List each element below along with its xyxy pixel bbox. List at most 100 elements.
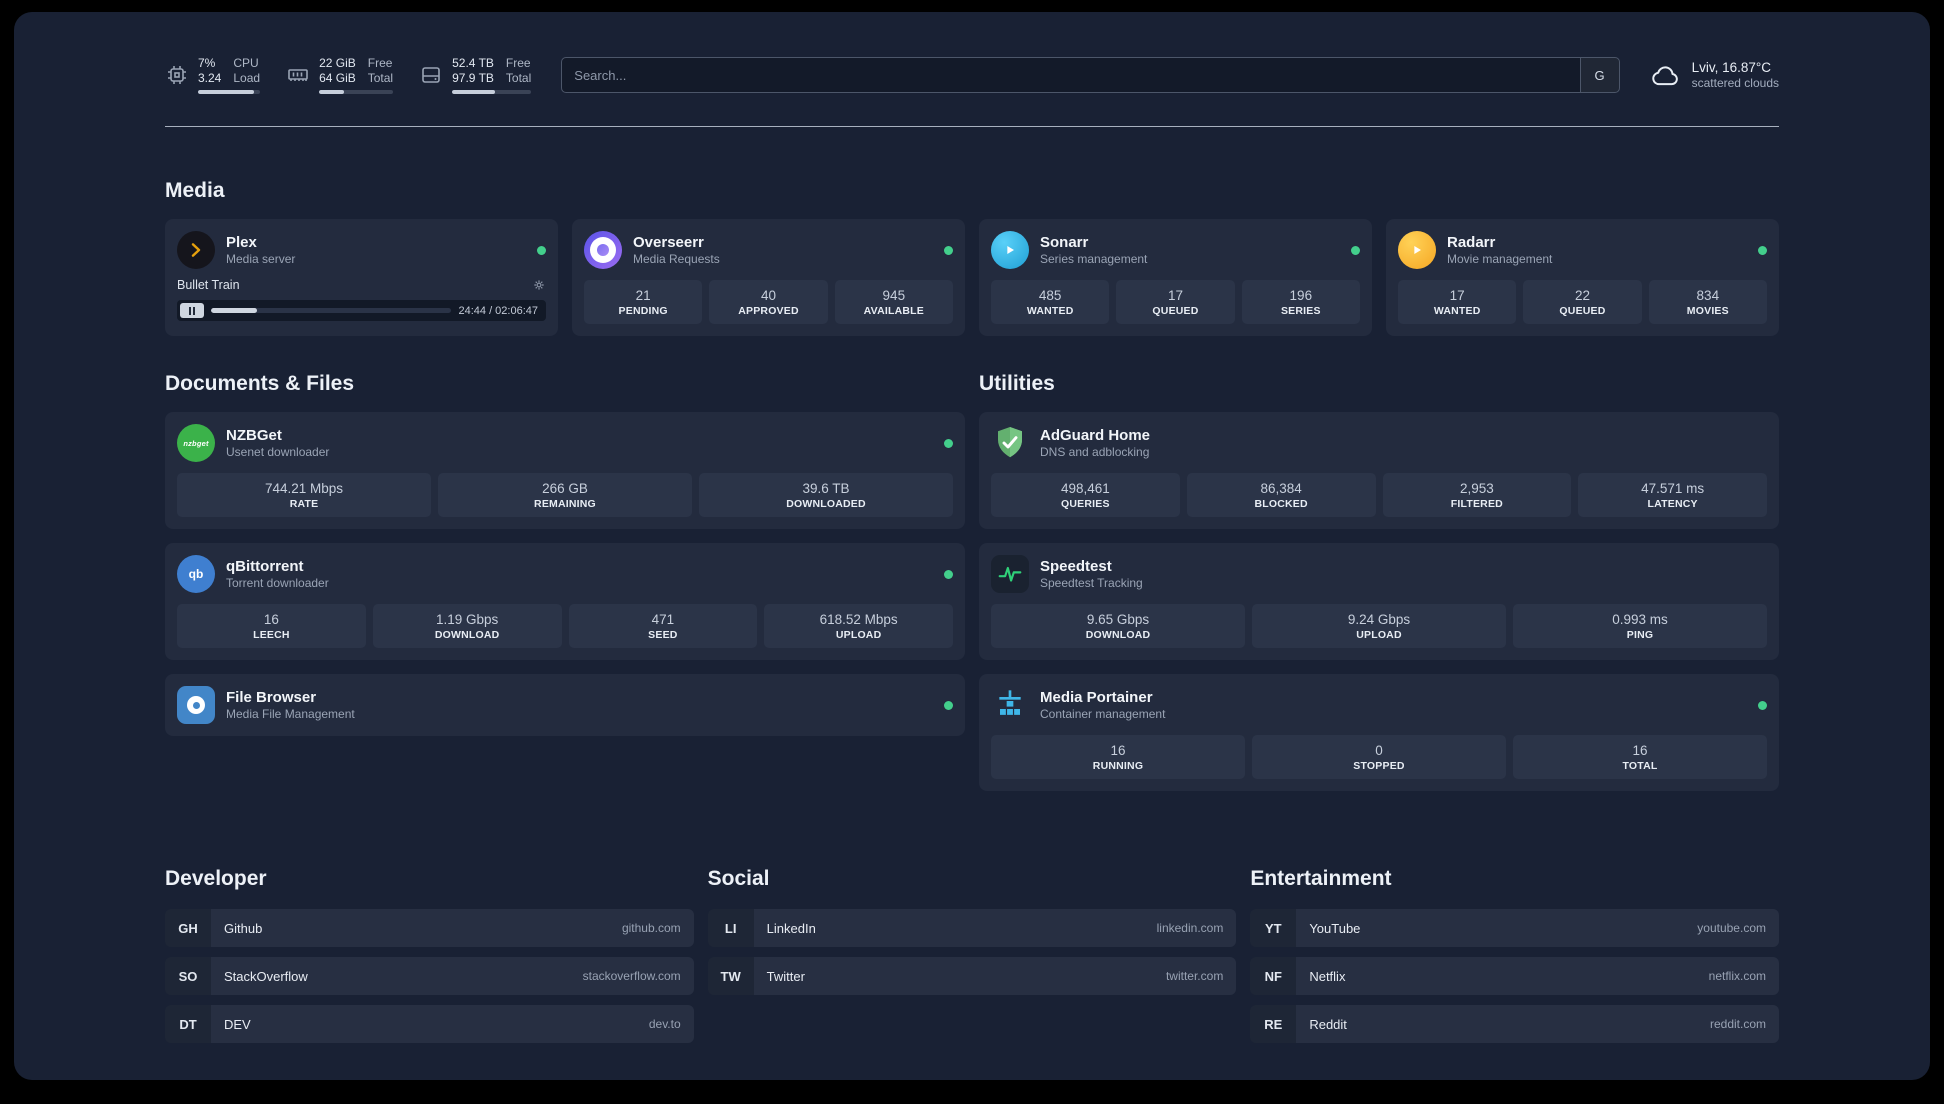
cloud-icon xyxy=(1651,66,1678,86)
dashboard: 7% CPU 3.24 Load 22 GiB Free 64 GiB Tota… xyxy=(14,12,1930,1080)
stat-tile: 834 MOVIES xyxy=(1648,280,1767,324)
service-card-sonarr[interactable]: Sonarr Series management 485 WANTED 17 QUE… xyxy=(979,219,1372,336)
bookmark-domain: reddit.com xyxy=(1709,1017,1766,1031)
bookmark-netflix[interactable]: NF Netflix netflix.com xyxy=(1250,957,1779,995)
memory-free-label: Free xyxy=(367,56,393,70)
service-name: NZBGet xyxy=(226,427,282,444)
service-desc: Usenet downloader xyxy=(226,445,330,459)
status-online-dot xyxy=(1758,700,1767,710)
bookmark-abbr: SO xyxy=(165,957,211,995)
disk-total-value: 97.9 TB xyxy=(452,71,494,85)
service-card-adguard[interactable]: AdGuard Home DNS and adblocking 498,461 Q… xyxy=(979,412,1779,529)
service-card-radarr[interactable]: Radarr Movie management 17 WANTED 22 QUEUE… xyxy=(1386,219,1779,336)
qbittorrent-icon: qb xyxy=(177,555,215,593)
stat-tile: 16 LEECH xyxy=(177,604,366,648)
stat-tile: 47.571 ms LATENCY xyxy=(1578,473,1767,517)
bookmark-abbr: DT xyxy=(165,1005,211,1043)
media-player-bar: 24:44 / 02:06:47 xyxy=(177,300,546,321)
service-name: AdGuard Home xyxy=(1040,427,1151,444)
bookmark-domain: github.com xyxy=(621,921,681,935)
bookmark-name: YouTube xyxy=(1309,920,1361,936)
stat-tile: 266 GB REMAINING xyxy=(438,473,692,517)
bookmark-name: Twitter xyxy=(766,968,805,984)
social-links-column: Social LI LinkedIn linkedin.com TW Twitte… xyxy=(707,867,1237,1053)
bookmark-domain: youtube.com xyxy=(1697,921,1766,935)
service-card-speedtest[interactable]: Speedtest Speedtest Tracking 9.65 Gbps DO… xyxy=(979,543,1779,660)
disk-free-value: 52.4 TB xyxy=(452,56,494,70)
section-title-documents: Documents & Files xyxy=(165,372,355,395)
service-card-filebrowser[interactable]: File Browser Media File Management xyxy=(165,674,965,736)
memory-icon xyxy=(288,69,308,81)
bookmark-youtube[interactable]: YT YouTube youtube.com xyxy=(1250,909,1779,947)
stat-tile: 86,384 BLOCKED xyxy=(1186,473,1376,517)
weather-location: Lviv, 16.87°C xyxy=(1691,60,1772,75)
disk-progress-bar xyxy=(452,90,532,94)
playback-time: 24:44 / 02:06:47 xyxy=(458,304,538,317)
stat-tile: 9.24 Gbps UPLOAD xyxy=(1252,604,1506,648)
search-bar: G xyxy=(561,57,1620,93)
service-card-plex[interactable]: Plex Media server Bullet Train 24:44 / 0… xyxy=(165,219,558,336)
bookmark-domain: dev.to xyxy=(648,1017,681,1031)
bookmark-abbr: TW xyxy=(707,957,754,995)
service-desc: Media server xyxy=(226,252,296,266)
bookmark-name: Reddit xyxy=(1309,1016,1347,1032)
stat-tile: 618.52 Mbps UPLOAD xyxy=(764,604,953,648)
stat-tile: 9.65 Gbps DOWNLOAD xyxy=(991,604,1245,648)
now-playing-row: Bullet Train xyxy=(177,278,546,292)
bookmark-abbr: LI xyxy=(707,909,754,947)
playback-progress-track[interactable] xyxy=(211,308,452,313)
service-name: File Browser xyxy=(226,689,317,706)
stat-tile: 17 WANTED xyxy=(1398,280,1517,324)
weather-condition: scattered clouds xyxy=(1691,76,1779,90)
bookmark-reddit[interactable]: RE Reddit reddit.com xyxy=(1250,1005,1779,1043)
section-title-entertainment: Entertainment xyxy=(1250,867,1392,890)
service-card-overseerr[interactable]: Overseerr Media Requests 21 PENDING 40 APP… xyxy=(572,219,965,336)
portainer-icon xyxy=(991,686,1029,724)
bookmark-stackoverflow[interactable]: SO StackOverflow stackoverflow.com xyxy=(165,957,694,995)
service-desc: Speedtest Tracking xyxy=(1040,576,1143,590)
disk-free-label: Free xyxy=(505,56,531,70)
stat-tile: 196 SERIES xyxy=(1241,280,1360,324)
cpu-widget: 7% CPU 3.24 Load xyxy=(165,56,261,94)
system-metrics: 7% CPU 3.24 Load 22 GiB Free 64 GiB Tota… xyxy=(165,56,532,94)
status-online-dot xyxy=(944,700,953,710)
cpu-usage-value: 7% xyxy=(198,56,216,70)
nzbget-icon: nzbget xyxy=(177,424,215,462)
media-grid: Plex Media server Bullet Train 24:44 / 0… xyxy=(165,219,1779,336)
now-playing-title: Bullet Train xyxy=(177,278,240,292)
bookmark-linkedin[interactable]: LI LinkedIn linkedin.com xyxy=(707,909,1237,947)
bookmark-abbr: GH xyxy=(165,909,211,947)
service-card-nzbget[interactable]: nzbget NZBGet Usenet downloader 744.21 M… xyxy=(165,412,965,529)
service-desc: Torrent downloader xyxy=(226,576,329,590)
topbar-divider xyxy=(165,126,1779,127)
utilities-column: Utilities AdGuard Home DNS and adblockin… xyxy=(979,372,1779,805)
service-card-portainer[interactable]: Media Portainer Container management 16 R… xyxy=(979,674,1779,791)
bookmark-domain: linkedin.com xyxy=(1156,921,1224,935)
service-name: Radarr xyxy=(1447,234,1496,251)
bookmark-github[interactable]: GH Github github.com xyxy=(165,909,694,947)
service-name: Plex xyxy=(226,234,257,251)
pause-button[interactable] xyxy=(180,303,204,318)
bookmark-abbr: NF xyxy=(1250,957,1297,995)
bookmark-name: StackOverflow xyxy=(224,968,308,984)
memory-widget: 22 GiB Free 64 GiB Total xyxy=(286,56,394,94)
bookmark-domain: twitter.com xyxy=(1165,969,1224,983)
gear-icon[interactable] xyxy=(532,278,546,292)
search-input[interactable] xyxy=(562,67,1580,83)
search-provider-button[interactable]: G xyxy=(1579,58,1619,92)
bookmark-abbr: YT xyxy=(1250,909,1297,947)
speedtest-icon xyxy=(991,555,1029,593)
service-name: Speedtest xyxy=(1040,558,1112,575)
memory-total-label: Total xyxy=(367,71,394,85)
disk-total-label: Total xyxy=(505,71,532,85)
stat-tile: 16 TOTAL xyxy=(1513,735,1767,779)
disk-widget: 52.4 TB Free 97.9 TB Total xyxy=(419,56,532,94)
bookmark-dev[interactable]: DT DEV dev.to xyxy=(165,1005,694,1043)
bookmark-name: LinkedIn xyxy=(766,920,816,936)
service-name: qBittorrent xyxy=(226,558,304,575)
bookmark-twitter[interactable]: TW Twitter twitter.com xyxy=(707,957,1237,995)
service-card-qbittorrent[interactable]: qb qBittorrent Torrent downloader 16 LEEC… xyxy=(165,543,965,660)
entertainment-links-column: Entertainment YT YouTube youtube.com NF N… xyxy=(1250,867,1779,1053)
overseerr-icon xyxy=(584,231,622,269)
stat-tile: 0.993 ms PING xyxy=(1513,604,1767,648)
